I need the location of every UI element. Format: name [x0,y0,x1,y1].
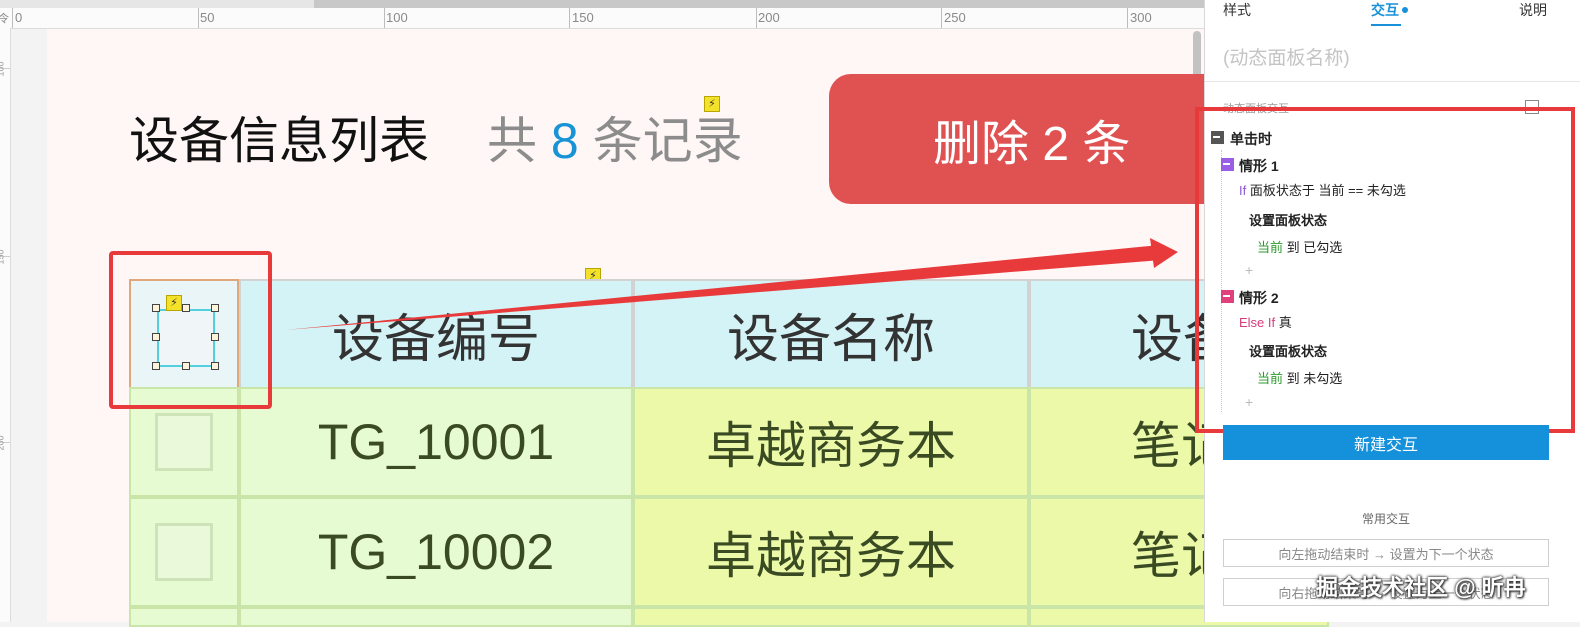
count-value: 8 [550,113,579,169]
table-header-row: ⚡ 设备编号 设备名称 设备 [129,279,1329,389]
ruler-label: 100 [0,61,6,77]
cell-device-id: TG_10002 [239,497,633,607]
page-title: 设备信息列表 [129,113,429,169]
cell-device-name [633,607,1029,627]
panel-name-input[interactable]: (动态面板名称) [1205,30,1580,82]
ruler-label: 300 [1130,10,1152,25]
ruler-tick [1127,8,1128,28]
target-current: 当前 [1257,371,1284,386]
row-checkbox[interactable] [155,413,213,471]
target-state: 到 已勾选 [1286,240,1343,255]
common-interactions-label: 常用交互 [1361,512,1410,526]
case-2-action-detail[interactable]: 当前 到 未勾选 [1257,368,1342,387]
case-2-action[interactable]: 设置面板状态 [1249,341,1327,360]
vertical-ruler: 100 150 200 [0,28,11,622]
ruler-tick [198,8,199,28]
cell-device-id [239,607,633,627]
ruler-tick [384,8,385,28]
ruler-label: 150 [0,249,6,265]
count-prefix: 共 [487,113,537,169]
collapse-icon[interactable] [1221,290,1234,303]
else-if-keyword: Else If [1239,315,1276,330]
common-interaction-option[interactable]: 向左拖动结束时 → 设置为下一个状态 [1223,539,1549,567]
delete-button[interactable]: 删除 2 条 [829,74,1229,204]
interaction-badge-icon[interactable]: ⚡ [704,96,720,112]
cell-device-name: 卓越商务本 [633,497,1029,607]
cell-device-name: 卓越商务本 [633,387,1029,497]
table-row: TG_10001 卓越商务本 笔记 [129,387,1329,497]
event-on-click[interactable]: 单击时 [1230,129,1272,149]
header-device-name: 设备名称 [633,279,1029,389]
horizontal-scrollbar-thumb[interactable] [314,0,1204,8]
tab-notes[interactable]: 说明 [1519,0,1547,20]
row-checkbox-cell[interactable] [129,497,239,607]
ruler-label: 200 [0,435,6,451]
target-current: 当前 [1257,240,1284,255]
case-1-condition[interactable]: If 面板状态于 当前 == 未勾选 [1239,180,1406,199]
tab-style[interactable]: 样式 [1223,0,1251,20]
row-checkbox[interactable] [155,523,213,581]
horizontal-scrollbar-track[interactable] [0,0,1212,8]
condition-text: 真 [1278,315,1292,330]
header-device-id: 设备编号 [239,279,633,389]
collapse-icon[interactable] [1221,158,1234,171]
add-action-icon[interactable]: + [1245,262,1253,278]
count-suffix: 条记录 [592,113,743,169]
case-1-action[interactable]: 设置面板状态 [1249,210,1327,229]
ruler-label: 250 [944,10,966,25]
tree-guide [1221,150,1222,412]
ruler-tick [941,8,942,28]
ruler-tick [12,8,13,28]
ruler-tick [569,8,570,28]
table-row [129,607,1329,627]
case-1-title[interactable]: 情形 1 [1239,156,1279,176]
ruler-label: 100 [386,10,408,25]
cell-device-id: TG_10001 [239,387,633,497]
ruler-label: 0 [15,10,23,25]
ruler-label: 50 [200,10,215,25]
case-2-title[interactable]: 情形 2 [1239,288,1279,308]
target-state: 到 未勾选 [1286,371,1343,386]
row-checkbox-cell [129,607,239,627]
ruler-label: 150 [572,10,594,25]
collapse-icon[interactable] [1211,131,1224,144]
tab-interaction-label: 交互 [1371,2,1399,18]
ruler-label: 200 [758,10,780,25]
new-interaction-button[interactable]: 新建交互 [1223,425,1549,460]
condition-text: 面板状态于 当前 == 未勾选 [1249,183,1406,198]
active-dot-icon [1402,7,1408,13]
horizontal-ruler: 令 0 50 100 150 200 250 300 [0,0,1212,29]
highlight-frame-checkbox [109,251,272,409]
add-action-icon[interactable]: + [1245,394,1253,410]
watermark: 掘金技术社区 @ 昕冉 [1316,575,1526,600]
if-keyword: If [1239,183,1247,198]
active-tab-indicator [1371,24,1401,26]
tab-interaction[interactable]: 交互 [1371,0,1408,20]
ruler-tick [756,8,757,28]
ruler-corner-label: 令 [0,13,9,25]
inspector-tabs: 样式 交互 说明 [1205,0,1580,28]
inspector-panel: 样式 交互 说明 (动态面板名称) 动态面板交互 单击时 情形 1 If 面板状… [1195,0,1580,622]
case-1-action-detail[interactable]: 当前 到 已勾选 [1257,237,1342,256]
table-row: TG_10002 卓越商务本 笔记 [129,497,1329,607]
case-2-condition[interactable]: Else If 真 [1239,312,1292,331]
